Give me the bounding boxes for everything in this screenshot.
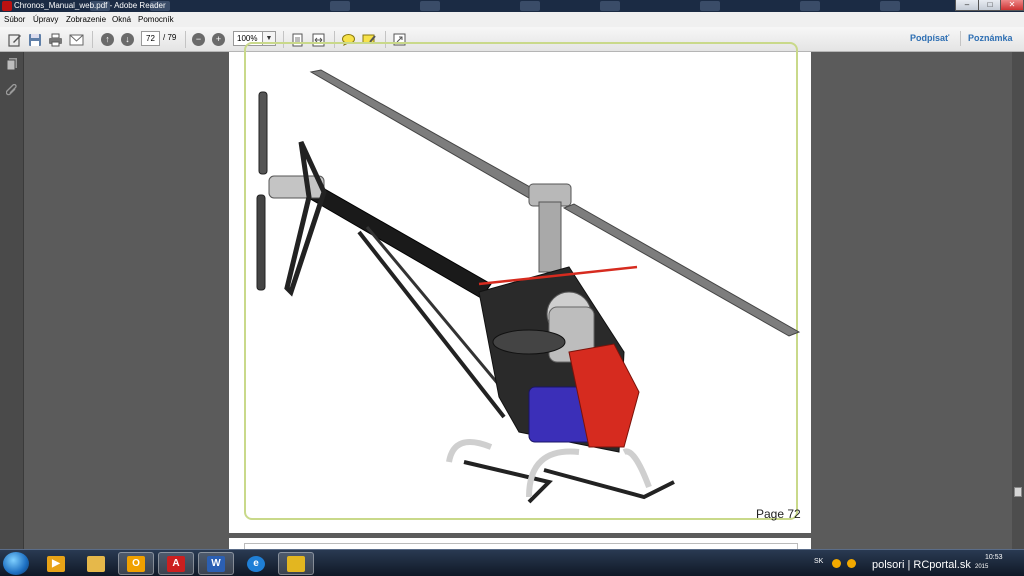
watermark-text: polsori | RCportal.sk (872, 559, 971, 571)
adobe-reader-icon: A (167, 555, 185, 572)
attachments-icon[interactable] (5, 83, 18, 98)
email-icon[interactable] (68, 31, 85, 48)
page-total-label: / 79 (163, 33, 177, 42)
main-shaft (538, 201, 562, 273)
chevron-down-icon: ▼ (265, 35, 273, 42)
tray-icon[interactable] (847, 559, 856, 568)
taskbar-word[interactable]: W (198, 552, 234, 575)
page-number-input[interactable]: 72 (141, 31, 160, 46)
gear-strut (622, 448, 652, 489)
toolbar-separator (185, 31, 186, 48)
clock-date[interactable]: 2015 (975, 564, 988, 570)
edit-icon[interactable] (6, 31, 23, 48)
minimize-button[interactable]: – (955, 0, 979, 11)
taskbar-outlook[interactable]: O (118, 552, 154, 575)
next-document-page (229, 538, 811, 549)
menu-edit[interactable]: Úpravy (33, 15, 58, 24)
taskbar: ▶ O A W e SK polsori | RCportal.sk 10:53… (0, 549, 1024, 576)
zoom-in-icon[interactable]: + (210, 31, 227, 48)
comment-pane-button[interactable]: Poznámka (968, 33, 1013, 43)
vertical-scrollbar[interactable] (1012, 52, 1024, 549)
landing-skid-right (543, 468, 675, 500)
zoom-out-icon[interactable]: − (190, 31, 207, 48)
window-title: Chronos_Manual_web.pdf - Adobe Reader (14, 1, 166, 10)
outlook-icon: O (127, 555, 145, 572)
main-gear (492, 329, 566, 355)
menu-file[interactable]: Súbor (4, 15, 25, 24)
save-icon[interactable] (26, 31, 43, 48)
taskbar-file-explorer[interactable] (78, 552, 114, 575)
taskbar-adobe-reader[interactable]: A (158, 552, 194, 575)
print-icon[interactable] (47, 31, 64, 48)
media-player-icon: ▶ (47, 555, 65, 572)
paint-shop-icon (287, 555, 305, 572)
helicopter-illustration (256, 69, 801, 504)
tail-rotor-blade-top (258, 91, 268, 175)
folder-icon (87, 555, 105, 572)
sign-button[interactable]: Podpísať (910, 33, 949, 43)
menu-bar: Súbor Úpravy Zobrazenie Okná Pomocník (0, 12, 1024, 27)
gear-strut (446, 439, 493, 463)
tail-rotor-blade-bottom (256, 194, 266, 291)
pages-panel-icon[interactable] (5, 57, 18, 71)
word-icon: W (207, 555, 225, 572)
menu-window[interactable]: Okná (112, 15, 131, 24)
start-button[interactable] (3, 552, 29, 575)
scrollbar-thumb[interactable] (1014, 487, 1022, 497)
taskbar-internet-explorer[interactable]: e (238, 552, 274, 575)
tail-fin (284, 140, 327, 297)
next-page-icon[interactable]: ↓ (119, 31, 136, 48)
menu-help[interactable]: Pomocník (138, 15, 174, 24)
toolbar-separator (92, 31, 93, 48)
navigation-pane (0, 52, 24, 549)
menu-view[interactable]: Zobrazenie (66, 15, 106, 24)
toolbar-separator (960, 31, 961, 46)
tray-icon[interactable] (832, 559, 841, 568)
main-rotor-blade-left (309, 69, 540, 199)
close-button[interactable]: ✕ (1000, 0, 1024, 11)
taskbar-paint-shop[interactable] (278, 552, 314, 575)
title-bar: Chronos_Manual_web.pdf - Adobe Reader – … (0, 0, 1024, 12)
adobe-reader-icon (2, 1, 12, 11)
internet-explorer-icon: e (247, 555, 265, 572)
maximize-button[interactable]: □ (978, 0, 1002, 11)
prev-page-icon[interactable]: ↑ (99, 31, 116, 48)
taskbar-media-player[interactable]: ▶ (38, 552, 74, 575)
clock-time[interactable]: 10:53 (985, 554, 1003, 562)
language-indicator[interactable]: SK (814, 558, 823, 565)
